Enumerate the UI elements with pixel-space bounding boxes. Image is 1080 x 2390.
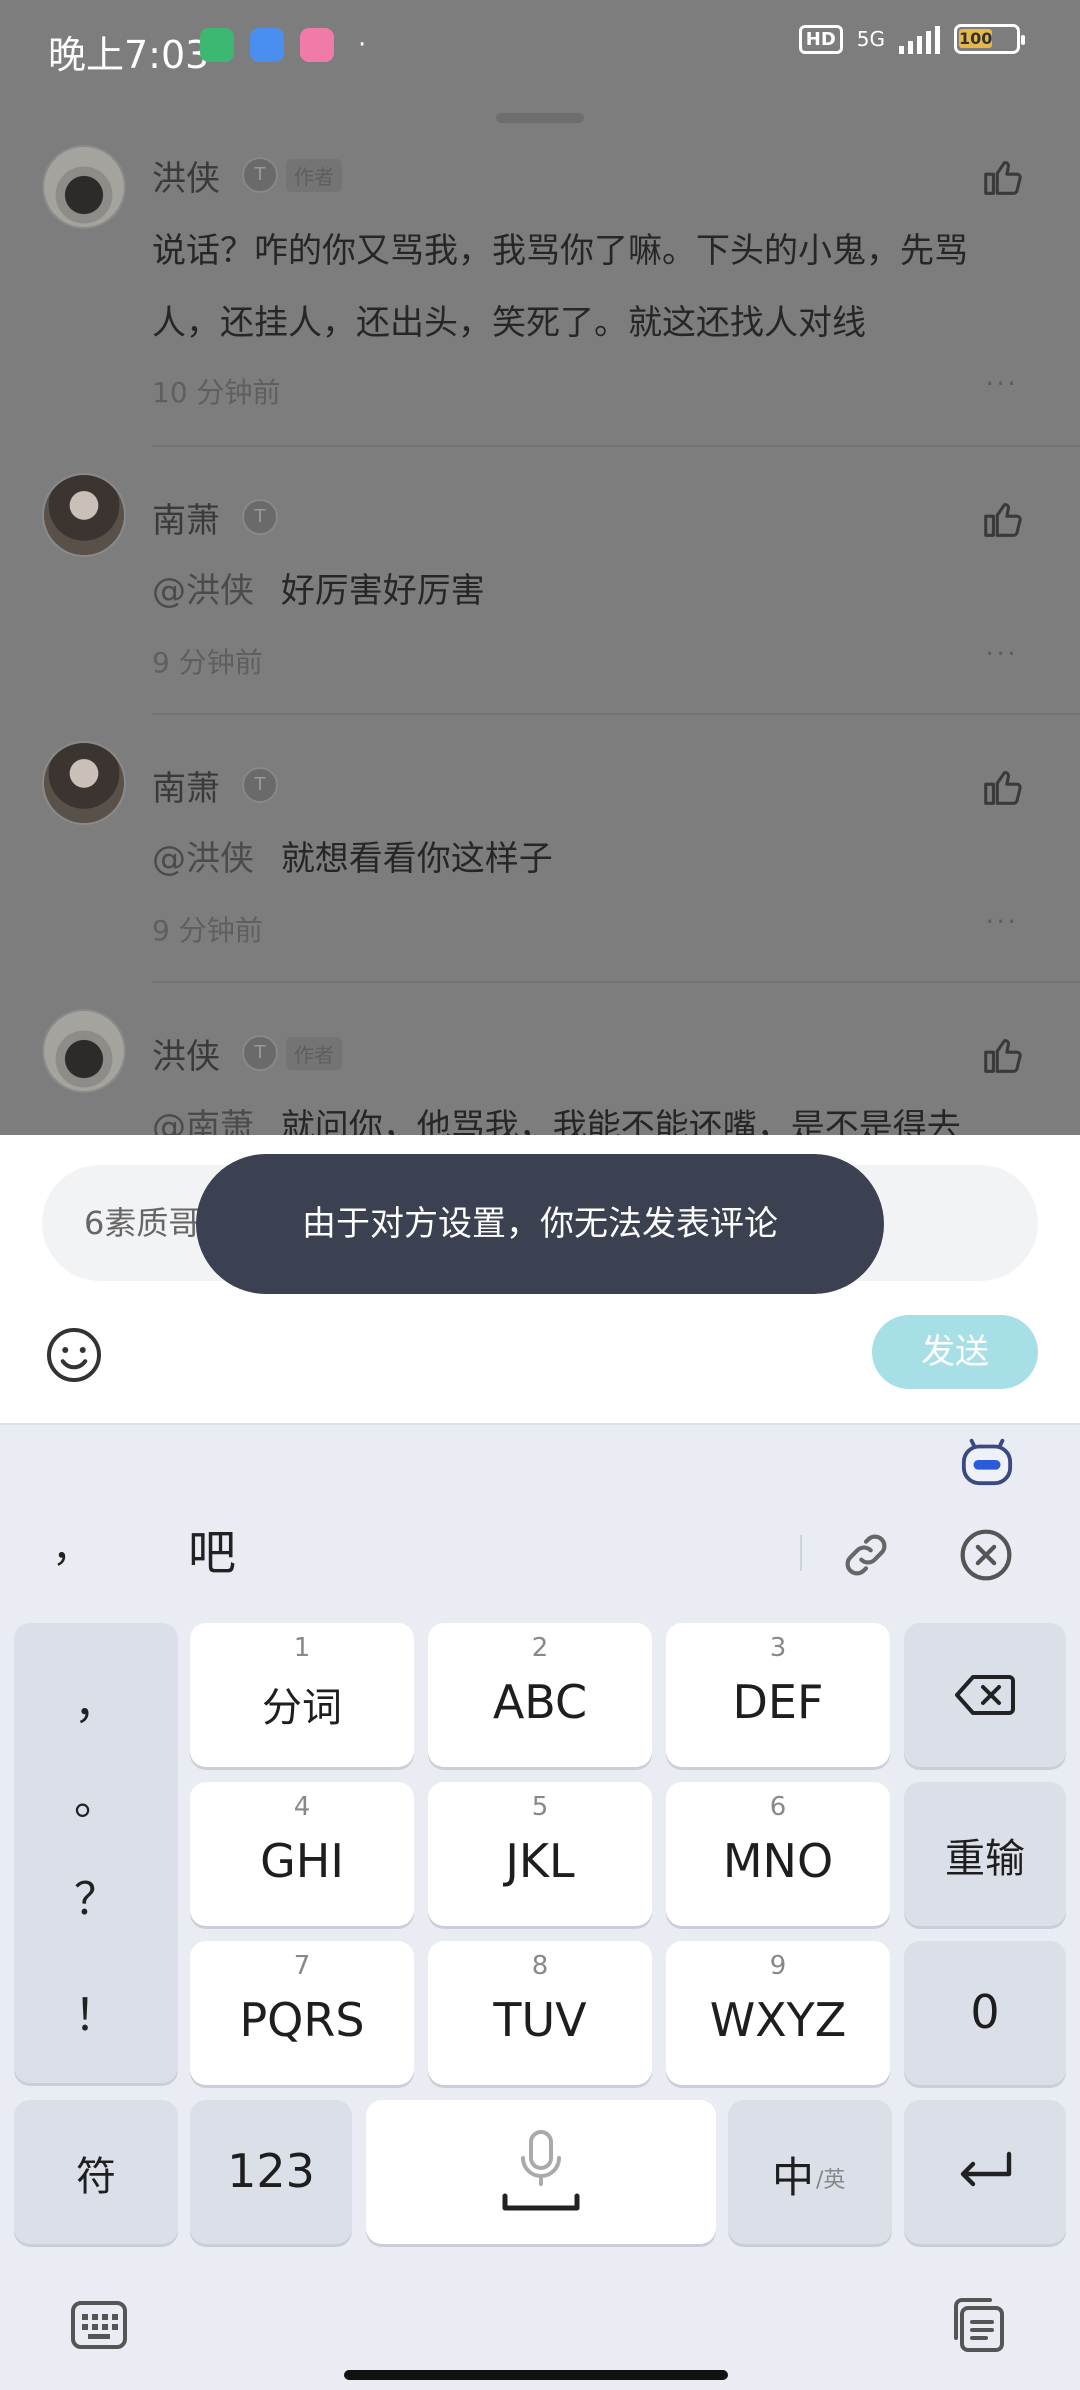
divider: [800, 1535, 802, 1571]
emoji-icon[interactable]: [44, 1325, 104, 1385]
key-7[interactable]: 7 PQRS: [190, 1941, 414, 2085]
author-tag: 作者: [286, 1037, 342, 1070]
more-options-icon[interactable]: ···: [985, 637, 1018, 670]
link-icon[interactable]: [838, 1527, 894, 1583]
home-indicator[interactable]: [344, 2370, 728, 2380]
more-options-icon[interactable]: ···: [985, 905, 1018, 938]
clipboard-icon[interactable]: [950, 2296, 1008, 2354]
comment-text: 好厉害好厉害: [280, 571, 485, 611]
status-time: 晚上7:03: [48, 33, 210, 77]
comment-username[interactable]: 洪侠: [152, 1029, 220, 1078]
send-button[interactable]: 发送: [872, 1315, 1038, 1389]
comment-text: 就问你，他骂我，我能不能还嘴，是不是得去: [280, 1107, 961, 1135]
level-badge-icon: T: [242, 767, 278, 803]
author-tag: 作者: [286, 159, 342, 192]
app-notification-icon: [250, 28, 284, 62]
network-type: 5G: [856, 27, 885, 51]
mic-icon: [502, 2130, 580, 2211]
punctuation-column[interactable]: ， 。 ？ ！: [14, 1623, 178, 2083]
keyboard: ， 吧 ， 。 ？ ！ 1 分词 2 ABC 3 DEF 4 GHI 5 JKL 6 MNO…: [0, 1423, 1080, 2390]
key-5[interactable]: 5 JKL: [428, 1782, 652, 1926]
dot-indicator: ·: [358, 30, 367, 60]
key-9[interactable]: 9 WXYZ: [666, 1941, 890, 2085]
zero-key[interactable]: 0: [904, 1941, 1066, 2085]
key-6[interactable]: 6 MNO: [666, 1782, 890, 1926]
thumbs-up-icon[interactable]: [980, 497, 1026, 543]
level-badge-icon: T: [242, 157, 278, 193]
candidate-punctuation[interactable]: ，: [52, 1515, 92, 1573]
status-bar: 晚上7:03 · HD 5G 100: [0, 0, 1080, 95]
avatar[interactable]: [42, 1009, 126, 1093]
keyboard-icon[interactable]: [70, 2300, 128, 2350]
comment-time: 9 分钟前: [152, 914, 263, 947]
symbols-key[interactable]: 符: [14, 2100, 178, 2244]
level-badge-icon: T: [242, 1035, 278, 1071]
mention-link[interactable]: @洪侠: [152, 839, 254, 879]
toast-message: 由于对方设置，你无法发表评论: [196, 1154, 884, 1294]
close-circle-icon[interactable]: [958, 1527, 1014, 1583]
battery-icon: 100: [954, 24, 1025, 54]
thumbs-up-icon[interactable]: [980, 1033, 1026, 1079]
key-4[interactable]: 4 GHI: [190, 1782, 414, 1926]
hd-badge: HD: [798, 24, 843, 54]
app-notification-icon: [200, 28, 234, 62]
mention-link[interactable]: @南萧: [152, 1107, 254, 1135]
enter-icon: [960, 2151, 1012, 2187]
punct-key[interactable]: ！: [14, 1979, 178, 2043]
backspace-icon: [955, 1675, 1015, 1715]
comment-text: 说话？咋的你又骂我，我骂你了嘛。下头的小鬼，先骂人，还挂人，还出头，笑死了。就这…: [152, 231, 968, 343]
app-notification-icon: [300, 28, 334, 62]
key-1[interactable]: 1 分词: [190, 1623, 414, 1767]
backspace-key[interactable]: [904, 1623, 1066, 1767]
divider: [152, 713, 1080, 715]
key-3[interactable]: 3 DEF: [666, 1623, 890, 1767]
avatar[interactable]: [42, 145, 126, 229]
space-key[interactable]: [366, 2100, 716, 2244]
punct-key[interactable]: ？: [14, 1863, 178, 1927]
battery-level: 100: [959, 29, 993, 48]
robot-icon[interactable]: [958, 1433, 1016, 1487]
comment-username[interactable]: 南萧: [152, 493, 220, 542]
numbers-key[interactable]: 123: [190, 2100, 352, 2244]
thumbs-up-icon[interactable]: [980, 765, 1026, 811]
comment-username[interactable]: 洪侠: [152, 151, 220, 200]
mention-link[interactable]: @洪侠: [152, 571, 254, 611]
enter-key[interactable]: [904, 2100, 1066, 2244]
reset-key[interactable]: 重输: [904, 1782, 1066, 1926]
language-switch-key[interactable]: 中 /英: [728, 2100, 892, 2244]
more-options-icon[interactable]: ···: [985, 367, 1018, 400]
comment-text: 就想看看你这样子: [280, 839, 553, 879]
comment-time: 10 分钟前: [152, 376, 281, 409]
candidate-word[interactable]: 吧: [188, 1513, 236, 1583]
avatar[interactable]: [42, 741, 126, 825]
punct-key[interactable]: ，: [14, 1667, 178, 1731]
avatar[interactable]: [42, 473, 126, 557]
sheet-grabber[interactable]: [496, 113, 584, 123]
candidate-bar: ， 吧: [0, 1495, 1080, 1605]
level-badge-icon: T: [242, 499, 278, 535]
divider: [152, 981, 1080, 983]
thumbs-up-icon[interactable]: [980, 155, 1026, 201]
comment-sheet: 洪侠 T 作者 说话？咋的你又骂我，我骂你了嘛。下头的小鬼，先骂人，还挂人，还出…: [0, 95, 1080, 1135]
comment-time: 9 分钟前: [152, 646, 263, 679]
signal-icon: [899, 24, 940, 54]
key-2[interactable]: 2 ABC: [428, 1623, 652, 1767]
punct-key[interactable]: 。: [14, 1763, 178, 1827]
divider: [152, 445, 1080, 447]
comment-username[interactable]: 南萧: [152, 761, 220, 810]
key-8[interactable]: 8 TUV: [428, 1941, 652, 2085]
